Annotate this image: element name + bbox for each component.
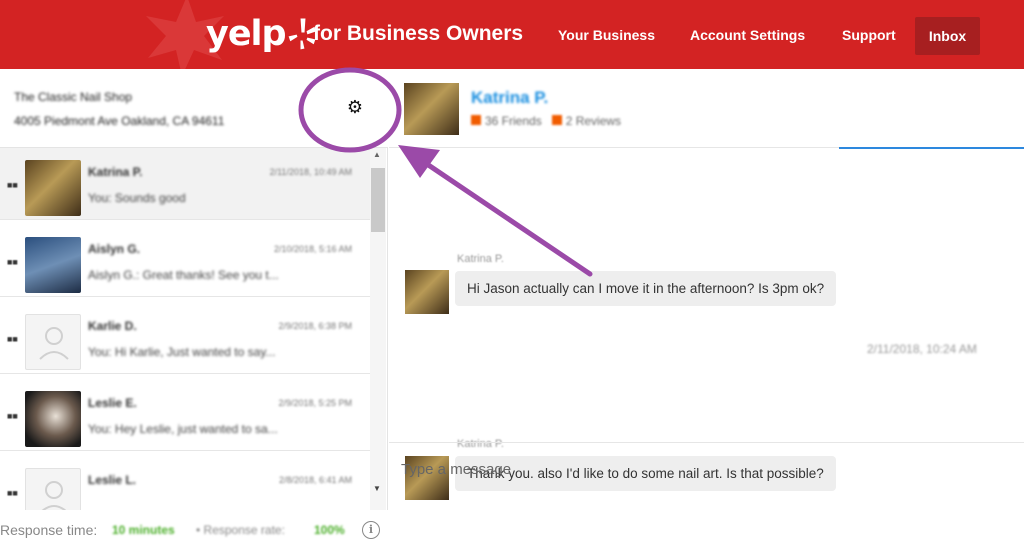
contact-stats: 36 Friends 2 Reviews — [471, 114, 621, 128]
business-info-header: The Classic Nail Shop 4005 Piedmont Ave … — [0, 69, 388, 148]
business-address: 4005 Piedmont Ave Oakland, CA 94611 — [14, 114, 225, 128]
default-avatar-icon — [25, 314, 81, 370]
message-bubble: Hi Jason actually can I move it in the a… — [455, 271, 837, 306]
scrollbar-thumb[interactable] — [371, 168, 385, 232]
friends-icon — [471, 115, 481, 125]
contact-name[interactable]: Katrina P. — [471, 88, 548, 108]
conversation-preview: You: Sounds good — [88, 191, 186, 205]
info-icon[interactable]: i — [362, 521, 380, 539]
nav-your-business[interactable]: Your Business — [558, 27, 655, 43]
conversation-row[interactable]: ■■ Karlie D. 2/9/2018, 6:38 PM You: Hi K… — [0, 302, 370, 374]
message-thread: Katrina P. Hi Jason actually can I move … — [389, 148, 1024, 500]
conversation-name: Leslie L. — [88, 473, 137, 487]
reviews-count: 2 Reviews — [565, 114, 622, 128]
friends-count: 36 Friends — [485, 114, 542, 128]
reviews-icon — [551, 115, 562, 125]
message-compose-area — [389, 442, 1024, 555]
drag-handle-icon: ■■ — [7, 411, 18, 421]
response-rate-value: 100% — [314, 523, 345, 537]
drag-handle-icon: ■■ — [7, 488, 18, 498]
conversation-name: Leslie E. — [88, 396, 137, 410]
conversation-date: 2/8/2018, 6:41 AM — [278, 475, 352, 485]
conversation-preview: You: Hi Karlie, Just wanted to say... — [88, 345, 276, 359]
gear-icon[interactable]: ⚙ — [344, 96, 366, 118]
business-name: The Classic Nail Shop — [14, 90, 133, 104]
conversation-date: 2/9/2018, 5:25 PM — [278, 398, 352, 408]
yelp-logo-text: yelp — [206, 14, 287, 54]
message-input[interactable] — [389, 451, 989, 487]
contact-avatar[interactable] — [404, 83, 459, 135]
conversation-list: ■■ Katrina P. 2/11/2018, 10:49 AM You: S… — [0, 148, 370, 510]
avatar — [405, 270, 449, 314]
scroll-down-icon[interactable]: ▼ — [373, 484, 381, 493]
header-tagline: for Business Owners — [313, 22, 524, 45]
response-stats-footer: Response time: 10 minutes • Response rat… — [0, 510, 388, 555]
conversation-date: 2/11/2018, 10:49 AM — [269, 167, 352, 177]
avatar — [25, 237, 81, 293]
avatar — [25, 391, 81, 447]
scroll-up-icon[interactable]: ▲ — [373, 150, 381, 159]
conversation-date: 2/9/2018, 6:38 PM — [278, 321, 352, 331]
friends-stat: 36 Friends — [471, 114, 542, 128]
nav-inbox[interactable]: Inbox — [915, 17, 980, 55]
conversation-preview: You: Hey Leslie, just wanted to sa... — [88, 422, 278, 436]
conversation-sidebar: The Classic Nail Shop 4005 Piedmont Ave … — [0, 69, 388, 555]
conversation-date: 2/10/2018, 5:16 AM — [273, 244, 352, 254]
response-time-value: 10 minutes — [112, 523, 175, 537]
top-navigation-bar: yelp for Business Owners Your Business A… — [0, 0, 1024, 74]
nav-account-settings[interactable]: Account Settings — [690, 27, 805, 43]
response-rate-label: • Response rate: — [196, 523, 285, 537]
chat-panel: Katrina P. 36 Friends 2 Reviews Katrina … — [389, 69, 1024, 555]
conversation-row[interactable]: ■■ Aislyn G. 2/10/2018, 5:16 AM Aislyn G… — [0, 225, 370, 297]
conversation-name: Aislyn G. — [88, 242, 141, 256]
yelp-logo[interactable]: yelp — [206, 14, 317, 54]
nav-support[interactable]: Support — [842, 27, 896, 43]
response-time-label: Response time: — [0, 522, 98, 538]
conversation-name: Katrina P. — [88, 165, 143, 179]
conversation-row[interactable]: ■■ Leslie L. 2/8/2018, 6:41 AM — [0, 456, 370, 510]
avatar — [25, 160, 81, 216]
conversation-row[interactable]: ■■ Katrina P. 2/11/2018, 10:49 AM You: S… — [0, 148, 370, 220]
default-avatar-icon — [25, 468, 81, 510]
message-date-divider: 2/11/2018, 10:24 AM — [867, 342, 977, 356]
drag-handle-icon: ■■ — [7, 180, 18, 190]
message-sender: Katrina P. — [457, 253, 504, 265]
drag-handle-icon: ■■ — [7, 334, 18, 344]
drag-handle-icon: ■■ — [7, 257, 18, 267]
chat-header: Katrina P. 36 Friends 2 Reviews — [389, 69, 1024, 149]
conversation-preview: Aislyn G.: Great thanks! See you t... — [88, 268, 279, 282]
conversation-list-scrollbar[interactable]: ▲ ▼ — [370, 148, 386, 510]
reviews-stat: 2 Reviews — [551, 114, 622, 128]
conversation-row[interactable]: ■■ Leslie E. 2/9/2018, 5:25 PM You: Hey … — [0, 379, 370, 451]
conversation-name: Karlie D. — [88, 319, 137, 333]
